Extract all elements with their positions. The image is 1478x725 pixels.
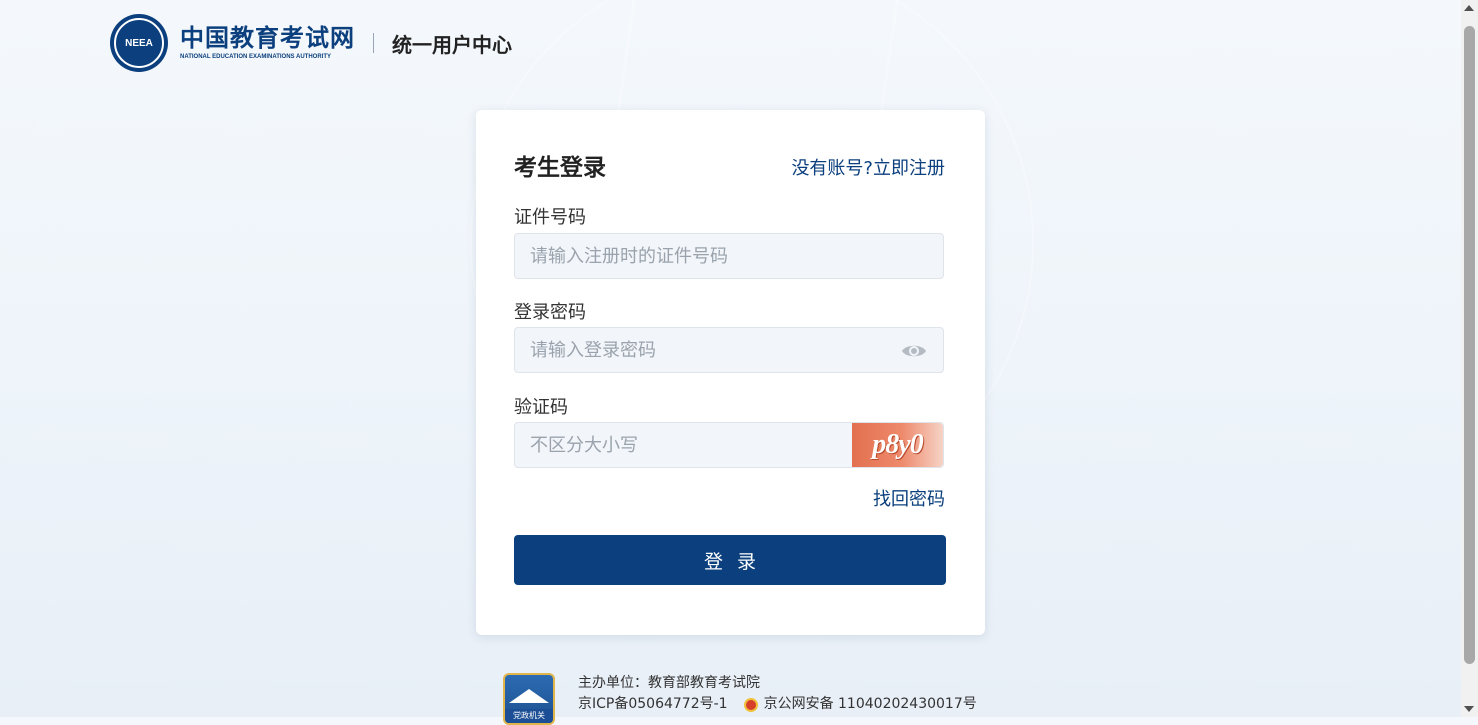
captcha-text: p8y0 [872, 429, 923, 460]
site-header: NEEA 中国教育考试网 NATIONAL EDUCATION EXAMINAT… [110, 14, 512, 72]
police-emblem-icon [743, 697, 758, 712]
id-number-label: 证件号码 [514, 207, 586, 228]
footer-records: 京ICP备05064772号-1 京公网安备 11040202430017号 [578, 694, 977, 715]
logo-abbr: NEEA [114, 18, 164, 68]
government-badge-icon[interactable]: 党政机关 [503, 673, 555, 725]
captcha-input[interactable] [528, 433, 852, 457]
logo-text[interactable]: 中国教育考试网 NATIONAL EDUCATION EXAMINATIONS … [180, 24, 355, 62]
id-number-field-wrapper [514, 233, 944, 279]
id-number-input[interactable] [528, 244, 943, 268]
scroll-thumb[interactable] [1464, 26, 1475, 664]
header-subtitle: 统一用户中心 [392, 32, 512, 57]
police-record-link[interactable]: 京公网安备 11040202430017号 [764, 694, 977, 715]
password-label: 登录密码 [514, 302, 586, 323]
logo-english-name: NATIONAL EDUCATION EXAMINATIONS AUTHORIT… [180, 54, 331, 60]
login-card: 考生登录 没有账号?立即注册 证件号码 登录密码 验证码 p8y0 找回密码 登… [476, 110, 985, 635]
logo-chinese-name: 中国教育考试网 [180, 24, 355, 52]
footer-sponsor: 主办单位：教育部教育考试院 [578, 675, 760, 691]
password-input[interactable] [528, 338, 943, 362]
password-field-wrapper [514, 327, 944, 373]
badge-label: 党政机关 [505, 709, 553, 723]
icp-record-link[interactable]: 京ICP备05064772号-1 [578, 694, 728, 715]
register-link[interactable]: 没有账号?立即注册 [791, 154, 945, 180]
captcha-field-wrapper: p8y0 [514, 422, 944, 468]
footer-text: 主办单位：教育部教育考试院 京ICP备05064772号-1 京公网安备 110… [578, 673, 977, 725]
forgot-password-link[interactable]: 找回密码 [873, 485, 945, 511]
scroll-down-arrow-icon[interactable] [1464, 706, 1474, 712]
header-divider [373, 33, 374, 53]
site-footer: 党政机关 主办单位：教育部教育考试院 京ICP备05064772号-1 京公网安… [503, 673, 977, 725]
login-button[interactable]: 登录 [514, 535, 946, 585]
captcha-image[interactable]: p8y0 [852, 423, 943, 467]
neea-logo-icon[interactable]: NEEA [110, 14, 168, 72]
show-password-eye-icon[interactable] [901, 342, 927, 360]
captcha-label: 验证码 [514, 397, 568, 418]
login-title: 考生登录 [514, 155, 606, 181]
vertical-scrollbar[interactable] [1461, 0, 1478, 717]
badge-mountain-shape [509, 689, 549, 703]
scroll-up-arrow-icon[interactable] [1464, 5, 1474, 11]
